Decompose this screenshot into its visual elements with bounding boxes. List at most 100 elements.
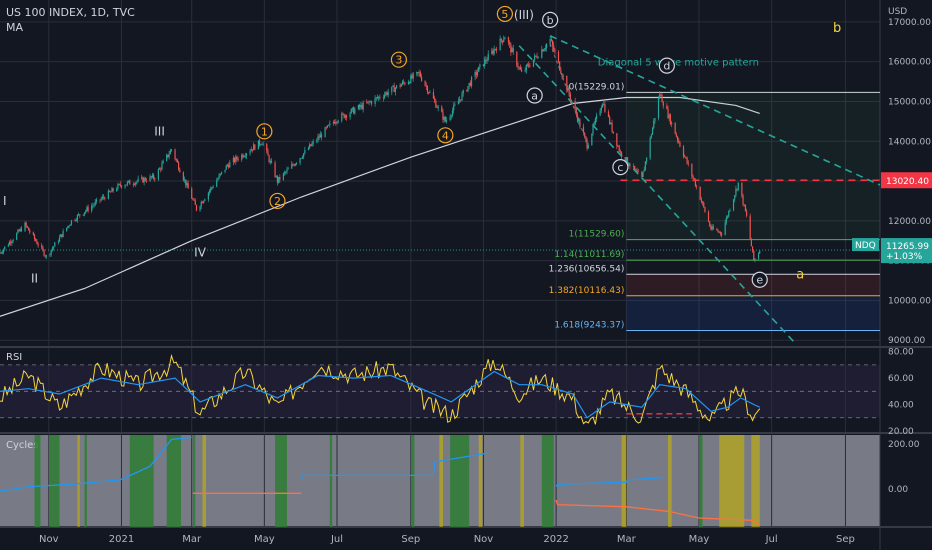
- candle-body: [441, 106, 443, 113]
- candle-body: [604, 104, 606, 112]
- candle-body: [532, 59, 535, 67]
- candle-body: [686, 157, 688, 164]
- candle-body: [387, 92, 389, 95]
- candle-body: [8, 241, 11, 245]
- candle-body: [42, 247, 44, 251]
- candle-body: [403, 81, 405, 83]
- candle-body: [107, 190, 109, 200]
- cycle-green-band: [412, 435, 415, 527]
- candle-body: [741, 182, 743, 196]
- candle-body: [301, 157, 304, 159]
- candle-body: [450, 115, 452, 117]
- candle-body: [169, 150, 171, 155]
- time-tick-label: Sep: [401, 534, 420, 545]
- candle-body: [419, 72, 421, 77]
- rsi-tick-label: 60.00: [888, 374, 914, 384]
- candle-body: [744, 204, 747, 212]
- candle-body: [154, 178, 156, 180]
- candle-body: [142, 177, 144, 183]
- candle-body: [404, 82, 406, 85]
- candle-body: [233, 158, 236, 162]
- candle-body: [374, 97, 376, 105]
- candle-body: [462, 90, 464, 94]
- candle-body: [310, 144, 312, 146]
- candle-body: [754, 258, 756, 261]
- candle-body: [667, 109, 669, 118]
- candle-body: [460, 99, 462, 101]
- candle-body: [118, 183, 120, 185]
- candle-body: [329, 123, 331, 125]
- candle-body: [166, 154, 168, 161]
- candle-body: [684, 156, 686, 158]
- candle-body: [562, 75, 564, 77]
- candle-body: [420, 76, 423, 81]
- wave-label-roman: III: [154, 124, 165, 138]
- cycle-green-band: [698, 435, 703, 527]
- candle-body: [466, 90, 468, 92]
- candle-body: [332, 122, 335, 124]
- candle-body: [54, 242, 56, 247]
- candle-body: [192, 198, 194, 200]
- candle-body: [379, 96, 381, 99]
- candle-body: [535, 55, 537, 57]
- candle-body: [368, 101, 370, 103]
- candle-body: [517, 65, 519, 68]
- candle-body: [703, 202, 705, 208]
- candle-body: [734, 195, 736, 200]
- candle-body: [282, 173, 285, 180]
- candle-body: [376, 97, 379, 99]
- candle-body: [557, 51, 560, 62]
- candle-body: [362, 102, 364, 110]
- candle-body: [0, 252, 2, 254]
- candle-body: [49, 254, 51, 256]
- candle-body: [537, 57, 539, 59]
- candle-body: [718, 231, 720, 233]
- candle-body: [336, 121, 338, 123]
- candle-body: [170, 149, 173, 151]
- fib-zone-upper: [626, 92, 880, 240]
- candle-body: [10, 241, 12, 244]
- candle-body: [428, 92, 430, 94]
- candle-body: [499, 38, 501, 51]
- wave-label-orange: 5: [501, 8, 508, 21]
- cycle-green-band: [50, 435, 60, 527]
- candle-body: [19, 228, 21, 232]
- fib-level-label: 0(15229.01): [569, 82, 625, 92]
- wave-label-white: c: [617, 161, 623, 174]
- candle-body: [217, 178, 219, 181]
- wave-label-white: a: [531, 90, 538, 103]
- candle-body: [470, 77, 473, 86]
- candle-body: [99, 199, 101, 201]
- cycles-tick-label: 0.00: [888, 485, 908, 495]
- candle-body: [384, 94, 386, 98]
- candle-body: [232, 158, 234, 163]
- candle-body: [494, 48, 496, 50]
- price-tick-label: 12000.00: [888, 217, 931, 227]
- candle-body: [278, 176, 280, 183]
- candle-body: [717, 230, 719, 232]
- cycle-yellow-band: [77, 435, 80, 527]
- candle-body: [83, 212, 86, 215]
- candle-body: [110, 191, 112, 193]
- candle-body: [544, 47, 546, 50]
- candle-body: [183, 179, 186, 181]
- candle-body: [17, 230, 19, 234]
- candle-body: [136, 181, 138, 183]
- candle-body: [391, 86, 393, 93]
- candle-body: [218, 175, 220, 179]
- candle-body: [412, 73, 414, 79]
- candle-body: [359, 105, 361, 108]
- candle-body: [549, 39, 551, 44]
- candle-body: [360, 104, 362, 108]
- fib-level-label: 1.382(10116.43): [549, 286, 625, 296]
- cycle-green-band: [275, 435, 287, 527]
- candle-body: [158, 168, 161, 170]
- candle-body: [228, 165, 230, 168]
- candle-body: [208, 190, 211, 193]
- candle-body: [43, 250, 45, 256]
- candle-body: [370, 101, 373, 105]
- last-price-value: 11265.99: [886, 242, 929, 252]
- candle-body: [257, 140, 260, 150]
- candle-body: [392, 85, 394, 87]
- candle-body: [534, 55, 536, 60]
